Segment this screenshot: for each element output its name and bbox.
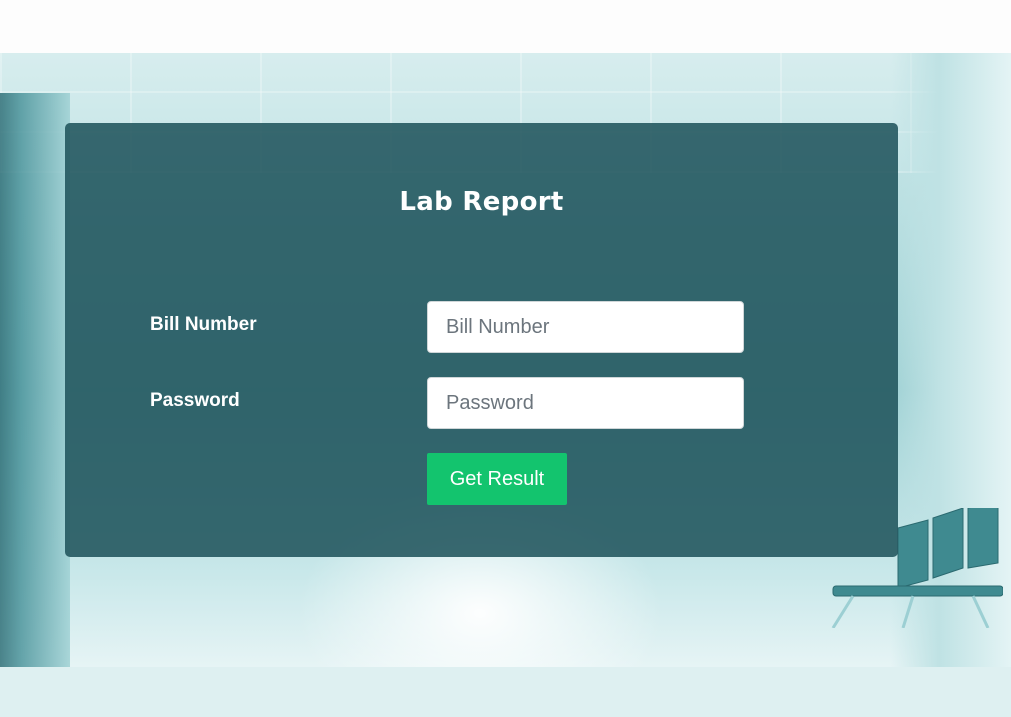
corridor-left-wall — [0, 93, 70, 667]
lab-report-form: Lab Report Bill Number Password Get Resu… — [65, 123, 898, 557]
footer-band — [0, 667, 1011, 717]
password-input[interactable] — [427, 377, 744, 429]
bill-number-input[interactable] — [427, 301, 744, 353]
form-title: Lab Report — [399, 187, 564, 217]
get-result-button[interactable]: Get Result — [427, 453, 567, 505]
password-label: Password — [150, 390, 240, 411]
bill-number-label: Bill Number — [150, 314, 257, 335]
top-header-bar — [0, 0, 1011, 53]
